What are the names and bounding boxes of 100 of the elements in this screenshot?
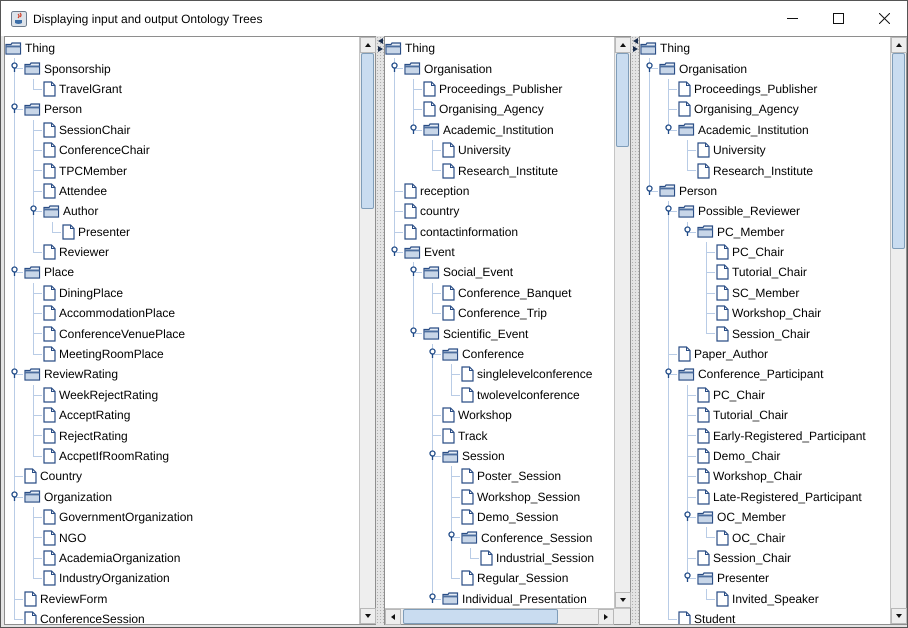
expand-handle-icon[interactable] xyxy=(11,368,18,378)
tree-node-label[interactable]: Attendee xyxy=(59,184,108,198)
vertical-scrollbar[interactable] xyxy=(359,37,375,624)
tree-node-label[interactable]: Organisation xyxy=(679,62,748,76)
scrollbar-thumb[interactable] xyxy=(892,53,905,249)
tree-node-label[interactable]: NGO xyxy=(59,530,86,545)
tree-node-label[interactable]: OC_Member xyxy=(717,510,786,524)
tree-node-label[interactable]: Thing xyxy=(25,41,56,56)
expand-handle-icon[interactable] xyxy=(684,510,691,521)
tree-node-label[interactable]: AcceptRating xyxy=(59,408,130,422)
scroll-down-button[interactable] xyxy=(615,592,631,608)
tree-node-label[interactable]: country xyxy=(420,204,460,218)
expand-handle-icon[interactable] xyxy=(429,348,436,358)
scroll-up-button[interactable] xyxy=(615,37,631,53)
tree-node-label[interactable]: Industrial_Session xyxy=(496,550,594,565)
tree-node-label[interactable]: Track xyxy=(458,428,488,443)
tree-node-label[interactable]: Demo_Session xyxy=(477,510,558,524)
expand-handle-icon[interactable] xyxy=(11,490,18,501)
tree-node-label[interactable]: Session_Chair xyxy=(732,326,810,341)
expand-handle-icon[interactable] xyxy=(11,266,18,276)
tree-node-label[interactable]: Presenter xyxy=(78,224,130,239)
expand-handle-icon[interactable] xyxy=(11,103,18,114)
tree-node-label[interactable]: Person xyxy=(679,184,718,198)
tree-node-label[interactable]: TravelGrant xyxy=(59,82,122,96)
tree-node-label[interactable]: MeetingRoomPlace xyxy=(59,347,164,362)
vertical-scrollbar[interactable] xyxy=(614,37,630,608)
scroll-left-button[interactable] xyxy=(385,609,401,625)
tree-node-label[interactable]: University xyxy=(458,143,511,158)
tree-node-label[interactable]: Research_Institute xyxy=(713,164,814,178)
tree-node-label[interactable]: Thing xyxy=(405,41,436,56)
tree-node-label[interactable]: Workshop_Session xyxy=(477,490,580,504)
tree-node-label[interactable]: Paper_Author xyxy=(694,347,768,362)
tree-node-label[interactable]: Session_Chair xyxy=(713,550,792,565)
tree-node-label[interactable]: Organising_Agency xyxy=(439,102,544,116)
tree-node-label[interactable]: Organization xyxy=(44,490,112,504)
expand-handle-icon[interactable] xyxy=(665,205,672,216)
tree-node-label[interactable]: Possible_Reviewer xyxy=(698,204,800,218)
tree-node-label[interactable]: Event xyxy=(424,245,455,260)
scrollbar-thumb[interactable] xyxy=(403,609,558,624)
tree-node-label[interactable]: PC_Chair xyxy=(732,245,784,260)
tree-node-label[interactable]: Workshop_Chair xyxy=(732,306,822,320)
tree-node-label[interactable]: singlelevelconference xyxy=(477,367,592,382)
tree-node-label[interactable]: ConferenceChair xyxy=(59,143,150,158)
tree-node-label[interactable]: Individual_Presentation xyxy=(462,592,587,606)
tree-node-label[interactable]: Session xyxy=(462,449,505,463)
tree-node-label[interactable]: Tutorial_Chair xyxy=(732,265,807,280)
tree-node-label[interactable]: GovernmentOrganization xyxy=(59,510,194,524)
tree-node-label[interactable]: Proceedings_Publisher xyxy=(694,82,818,96)
tree-node-label[interactable]: Conference xyxy=(462,347,524,362)
vertical-scrollbar[interactable] xyxy=(890,37,906,624)
tree-node-label[interactable]: Thing xyxy=(660,41,690,56)
tree-node-label[interactable]: Research_Institute xyxy=(458,164,558,178)
scrollbar-thumb[interactable] xyxy=(361,53,374,209)
tree-node-label[interactable]: ConferenceVenuePlace xyxy=(59,326,186,341)
tree-node-label[interactable]: Workshop_Chair xyxy=(713,469,802,484)
tree-node-label[interactable]: Conference_Session xyxy=(481,530,592,545)
tree-node-label[interactable]: RejectRating xyxy=(59,428,128,443)
tree-node-label[interactable]: Country xyxy=(40,469,82,484)
tree-node-label[interactable]: SC_Member xyxy=(732,286,800,300)
tree-node-label[interactable]: contactinformation xyxy=(420,224,518,239)
tree-node-label[interactable]: Demo_Chair xyxy=(713,449,780,463)
tree-node-label[interactable]: Scientific_Event xyxy=(443,326,528,341)
tree-node-label[interactable]: Early-Registered_Participant xyxy=(713,428,866,443)
scrollbar-thumb[interactable] xyxy=(616,53,629,147)
tree-node-label[interactable]: twolevelconference xyxy=(477,388,580,402)
tree-node-label[interactable]: Sponsorship xyxy=(44,62,111,76)
tree-node-label[interactable]: AccpetIfRoomRating xyxy=(59,449,170,463)
tree-node-label[interactable]: OC_Chair xyxy=(732,530,786,545)
expand-handle-icon[interactable] xyxy=(684,226,691,236)
expand-handle-icon[interactable] xyxy=(448,531,455,542)
tree-node-label[interactable]: Organisation xyxy=(424,62,492,76)
expand-handle-icon[interactable] xyxy=(665,124,672,134)
expand-handle-icon[interactable] xyxy=(391,246,398,256)
horizontal-scrollbar[interactable] xyxy=(385,608,630,624)
tree-node-label[interactable]: ReviewForm xyxy=(40,592,108,606)
tree-node-label[interactable]: Invited_Speaker xyxy=(732,592,819,606)
tree-node-label[interactable]: Academic_Institution xyxy=(443,122,554,137)
tree-node-label[interactable]: Conference_Participant xyxy=(698,367,824,382)
scroll-right-button[interactable] xyxy=(598,609,614,625)
expand-handle-icon[interactable] xyxy=(684,572,691,582)
tree-node-label[interactable]: Person xyxy=(44,102,82,116)
tree-node-label[interactable]: Author xyxy=(63,204,98,218)
expand-handle-icon[interactable] xyxy=(410,327,417,338)
tree-node-label[interactable]: Reviewer xyxy=(59,245,110,260)
tree-node-label[interactable]: Tutorial_Chair xyxy=(713,408,788,422)
scroll-down-button[interactable] xyxy=(360,608,376,624)
tree-node-label[interactable]: ReviewRating xyxy=(44,367,118,382)
tree-node-label[interactable]: Conference_Trip xyxy=(458,306,547,320)
tree-node-label[interactable]: AcademiaOrganization xyxy=(59,550,180,565)
scroll-down-button[interactable] xyxy=(891,608,907,624)
expand-handle-icon[interactable] xyxy=(30,205,37,216)
expand-handle-icon[interactable] xyxy=(429,592,436,603)
tree-node-label[interactable]: ConferenceSession xyxy=(40,612,145,624)
tree-node-label[interactable]: IndustryOrganization xyxy=(59,571,170,586)
expand-handle-icon[interactable] xyxy=(11,62,18,72)
tree-node-label[interactable]: TPCMember xyxy=(59,164,128,178)
expand-handle-icon[interactable] xyxy=(646,62,653,72)
tree-node-label[interactable]: PC_Chair xyxy=(713,388,766,402)
tree-node-label[interactable]: Organising_Agency xyxy=(694,102,799,116)
tree-node-label[interactable]: Late-Registered_Participant xyxy=(713,490,862,504)
